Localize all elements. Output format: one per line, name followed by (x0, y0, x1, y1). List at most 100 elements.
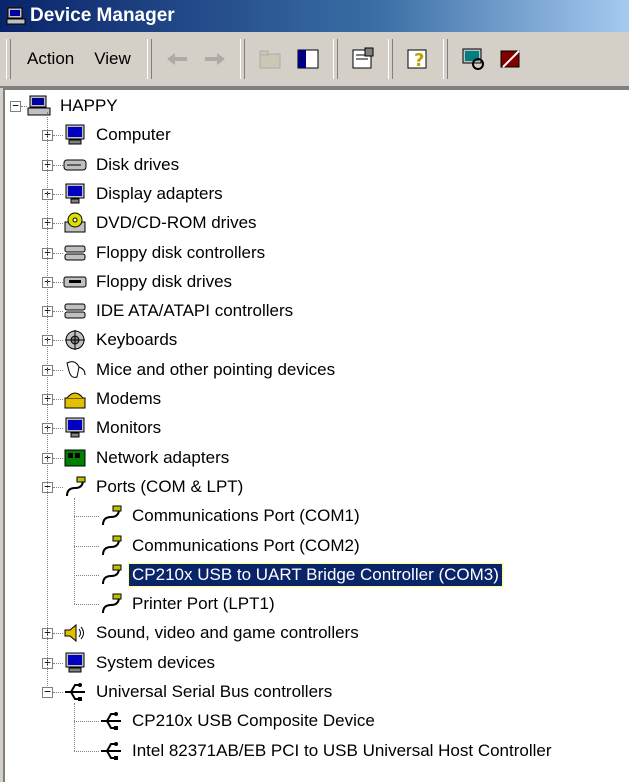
tree-item-dvd-cd-rom-drives[interactable]: DVD/CD-ROM drives (63, 209, 260, 237)
toolbar-separator (239, 39, 245, 79)
tree-item-monitors-label: Monitors (96, 418, 162, 438)
tree-connector (53, 281, 63, 283)
network-adapter-icon (63, 447, 87, 469)
tree-item-cp210x-usb-to-uart-bridge-controller-com3[interactable]: CP210x USB to UART Bridge Controller (CO… (99, 561, 503, 589)
tree-connector (74, 574, 99, 576)
tree-item-ports-com-lpt-label: Ports (COM & LPT) (96, 476, 244, 496)
tree-item-network-adapters[interactable]: Network adapters (63, 444, 232, 472)
tree-connector (53, 252, 63, 254)
tree-item-universal-serial-bus-controllers[interactable]: Universal Serial Bus controllers (63, 678, 335, 706)
window-title: Device Manager (30, 5, 175, 26)
port-device-icon (99, 593, 123, 615)
toolbar-separator (442, 39, 448, 79)
toolbar-separator (387, 39, 393, 79)
keyboard-icon (63, 329, 87, 351)
tree-item-floppy-disk-drives[interactable]: Floppy disk drives (63, 268, 235, 296)
tree-item-communications-port-com1[interactable]: Communications Port (COM1) (99, 502, 363, 530)
tree-connector (47, 112, 48, 686)
tree-connector (53, 486, 63, 488)
tree-connector (53, 662, 63, 664)
tree-item-network-adapters-label: Network adapters (96, 447, 230, 467)
tree-connector (53, 193, 63, 195)
tree-connector (53, 457, 63, 459)
tree-item-disk-drives-label: Disk drives (96, 154, 180, 174)
port-device-icon (99, 564, 123, 586)
tree-connector (74, 516, 99, 518)
tree-connector (74, 721, 99, 723)
tree-item-printer-port-lpt1[interactable]: Printer Port (LPT1) (99, 590, 278, 618)
tree-item-cp210x-usb-composite-device[interactable]: CP210x USB Composite Device (99, 707, 378, 735)
cdrom-icon (63, 212, 87, 234)
title-bar: Device Manager (0, 0, 629, 32)
port-device-icon (99, 535, 123, 557)
tree-item-sound-video-and-game-controllers[interactable]: Sound, video and game controllers (63, 619, 362, 647)
tree-item-system-devices-label: System devices (96, 652, 216, 672)
mouse-icon (63, 359, 87, 381)
tree-item-system-devices[interactable]: System devices (63, 649, 218, 677)
tree-item-modems[interactable]: Modems (63, 385, 164, 413)
tree-item-communications-port-com2[interactable]: Communications Port (COM2) (99, 532, 363, 560)
tree-connector (53, 223, 63, 225)
tree-item-universal-serial-bus-controllers-label: Universal Serial Bus controllers (96, 682, 333, 701)
tree-item-printer-port-lpt1-label: Printer Port (LPT1) (132, 594, 275, 614)
up-folder-icon[interactable] (254, 43, 286, 75)
tree-connector (74, 497, 75, 605)
tree-item-dvd-cd-rom-drives-label: DVD/CD-ROM drives (96, 213, 257, 233)
tree-item-floppy-disk-controllers[interactable]: Floppy disk controllers (63, 239, 268, 267)
forward-arrow-icon[interactable] (199, 43, 231, 75)
tree-connector (53, 164, 63, 166)
expander-universal-serial-bus-controllers[interactable]: − (42, 686, 53, 698)
tree-item-display-adapters[interactable]: Display adapters (63, 180, 226, 208)
controller-icon (63, 242, 87, 264)
toolbar-grip[interactable] (6, 39, 11, 79)
usb-device-icon (99, 710, 123, 732)
device-manager-icon (6, 7, 26, 25)
show-hide-tree-icon[interactable] (292, 43, 324, 75)
tree-connector (53, 692, 63, 693)
tree-connector (53, 633, 63, 635)
menu-action[interactable]: Action (17, 49, 84, 69)
tree-item-intel-82371ab-eb-pci-to-usb-universal-host-controller[interactable]: Intel 82371AB/EB PCI to USB Universal Ho… (99, 737, 555, 765)
tree-item-keyboards[interactable]: Keyboards (63, 326, 180, 354)
tree-item-communications-port-com2-label: Communications Port (COM2) (132, 535, 360, 555)
port-device-icon (99, 505, 123, 527)
menu-view[interactable]: View (84, 49, 141, 69)
usb-device-icon (99, 740, 123, 762)
tree-item-keyboards-label: Keyboards (96, 330, 178, 350)
tree-item-intel-82371ab-eb-pci-to-usb-universal-host-controller-label: Intel 82371AB/EB PCI to USB Universal Ho… (132, 740, 552, 760)
tree-item-monitors[interactable]: Monitors (63, 414, 164, 442)
tree-connector (53, 135, 63, 137)
tree-connector (53, 369, 63, 371)
tree-item-mice-and-other-pointing-devices[interactable]: Mice and other pointing devices (63, 356, 338, 384)
modem-icon (63, 388, 87, 410)
tree-connector (53, 340, 63, 342)
speaker-icon (63, 622, 87, 644)
properties-icon[interactable] (347, 43, 379, 75)
tree-item-modems-label: Modems (96, 389, 162, 408)
tree-item-computer-label: Computer (96, 125, 171, 145)
tree-item-floppy-disk-controllers-label: Floppy disk controllers (96, 242, 266, 262)
tree-connector (74, 545, 99, 547)
device-tree[interactable]: − HAPPY + Computer + Disk drives + Display adap… (3, 88, 629, 782)
tree-item-computer[interactable]: Computer (63, 121, 174, 149)
tree-item-cp210x-usb-composite-device-label: CP210x USB Composite Device (132, 711, 375, 731)
tree-item-communications-port-com1-label: Communications Port (COM1) (132, 506, 360, 526)
tree-item-floppy-disk-drives-label: Floppy disk drives (96, 271, 233, 291)
scan-hardware-icon[interactable] (457, 43, 489, 75)
tree-connector (53, 311, 63, 313)
tree-connector (53, 428, 63, 430)
back-arrow-icon[interactable] (161, 43, 193, 75)
tree-item-ide-ata-atapi-controllers[interactable]: IDE ATA/ATAPI controllers (63, 297, 296, 325)
usb-icon (63, 681, 87, 703)
computer-icon (63, 124, 87, 146)
computer-icon (63, 652, 87, 674)
tree-item-disk-drives[interactable]: Disk drives (63, 151, 182, 179)
tree-item-ports-com-lpt[interactable]: Ports (COM & LPT) (63, 473, 246, 501)
tree-root[interactable]: HAPPY (27, 92, 121, 120)
help-icon[interactable]: ? (402, 43, 434, 75)
tree-connector (74, 604, 99, 606)
tree-item-sound-video-and-game-controllers-label: Sound, video and game controllers (96, 623, 359, 643)
uninstall-icon[interactable] (495, 43, 527, 75)
floppy-drive-icon (63, 271, 87, 293)
expander-root[interactable]: − (10, 100, 21, 112)
